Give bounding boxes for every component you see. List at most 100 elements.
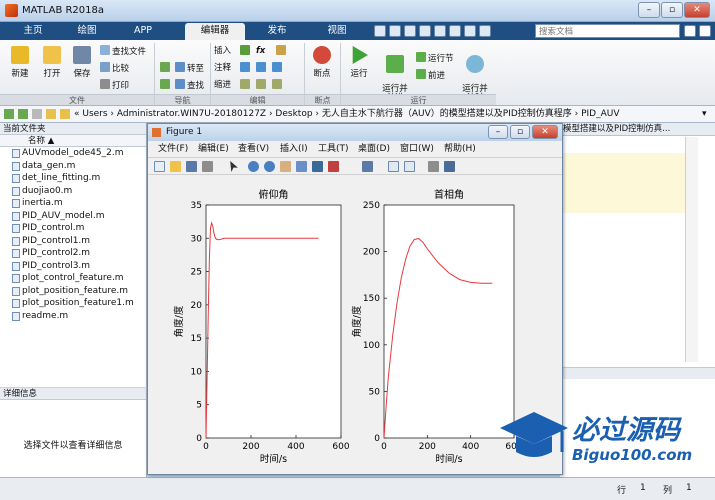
save-button[interactable]: 保存 — [68, 46, 96, 79]
pointer-icon[interactable] — [230, 161, 238, 172]
open-button[interactable]: 打开 — [38, 46, 66, 79]
zoom-out-icon[interactable] — [264, 161, 275, 172]
run-section-button[interactable]: 运行节 — [416, 52, 454, 64]
menu-tools[interactable]: 工具(T) — [318, 142, 349, 156]
browse-folder-icon[interactable] — [46, 109, 56, 119]
decrease-indent-button[interactable] — [272, 79, 284, 91]
navigate-forward-button[interactable] — [160, 79, 172, 91]
figure-close-button[interactable]: ✕ — [532, 125, 558, 139]
file-list-item[interactable]: plot_position_feature1.m — [0, 297, 146, 310]
file-list-item[interactable]: PID_AUV_model.m — [0, 210, 146, 223]
search-icon[interactable] — [684, 25, 696, 37]
hide-plot-tools-icon[interactable] — [428, 161, 439, 172]
file-list-item[interactable]: inertia.m — [0, 197, 146, 210]
back-arrow-icon[interactable] — [4, 109, 14, 119]
switch-windows-icon[interactable] — [464, 25, 476, 37]
address-bar[interactable]: « Users › Administrator.WIN7U-20180127Z … — [0, 106, 715, 123]
insert-more-button[interactable] — [276, 45, 288, 57]
zoom-in-icon[interactable] — [248, 161, 259, 172]
file-list-item[interactable]: readme.m — [0, 310, 146, 323]
tab-view[interactable]: 视图 — [312, 23, 362, 40]
redo-icon[interactable] — [449, 25, 461, 37]
new-button[interactable]: 新建 — [6, 46, 34, 79]
figure-minimize-button[interactable]: – — [488, 125, 508, 139]
wrap-comment-button[interactable] — [272, 62, 284, 74]
tab-publish[interactable]: 发布 — [252, 23, 302, 40]
show-plot-tools-icon[interactable] — [444, 161, 455, 172]
indent-button[interactable]: 缩进 — [214, 79, 231, 91]
help-icon[interactable] — [479, 25, 491, 37]
find-button[interactable]: 查找 — [175, 79, 204, 91]
advance-button[interactable]: 前进 — [416, 69, 445, 81]
details-title: 详细信息 — [0, 388, 146, 400]
menu-insert[interactable]: 插入(I) — [280, 142, 308, 156]
insert-section-button[interactable] — [240, 45, 252, 57]
figure-title-bar[interactable]: Figure 1 – ▫ ✕ — [148, 124, 562, 141]
file-list-item[interactable]: PID_control3.m — [0, 260, 146, 273]
tab-editor[interactable]: 编辑器 — [185, 23, 245, 40]
print-button[interactable]: 打印 — [100, 79, 129, 91]
editor-tab[interactable]: 模型搭建以及PID控制仿真... — [560, 123, 715, 136]
menu-desktop[interactable]: 桌面(D) — [358, 142, 390, 156]
link-plot-icon[interactable] — [362, 161, 373, 172]
search-documentation-input[interactable] — [535, 24, 680, 38]
print-figure-icon[interactable] — [202, 161, 213, 172]
current-path[interactable]: « Users › Administrator.WIN7U-20180127Z … — [74, 106, 620, 122]
pan-hand-icon[interactable] — [280, 161, 291, 172]
save-figure-icon[interactable] — [186, 161, 197, 172]
increase-indent-button[interactable] — [256, 79, 268, 91]
close-button[interactable]: ✕ — [684, 2, 710, 18]
new-figure-icon[interactable] — [154, 161, 165, 172]
file-list-item[interactable]: PID_control.m — [0, 222, 146, 235]
smart-indent-button[interactable] — [240, 79, 252, 91]
file-list-item[interactable]: PID_control2.m — [0, 247, 146, 260]
quick-save-icon[interactable] — [374, 25, 386, 37]
data-cursor-icon[interactable] — [312, 161, 323, 172]
insert-button[interactable]: 插入 — [214, 45, 231, 57]
menu-edit[interactable]: 编辑(E) — [198, 142, 229, 156]
file-list-item[interactable]: data_gen.m — [0, 160, 146, 173]
menu-file[interactable]: 文件(F) — [158, 142, 188, 156]
open-file-icon[interactable] — [170, 161, 181, 172]
compare-button[interactable]: 比较 — [100, 62, 129, 74]
file-list-item[interactable]: plot_control_feature.m — [0, 272, 146, 285]
uncomment-button[interactable] — [256, 62, 268, 74]
run-button[interactable]: 运行 — [344, 46, 374, 79]
maximize-button[interactable]: ▫ — [661, 2, 683, 18]
tab-home[interactable]: 主页 — [8, 23, 58, 40]
forward-arrow-icon[interactable] — [18, 109, 28, 119]
ribbon-collapse-icon[interactable] — [699, 25, 711, 37]
quick-cut-icon[interactable] — [389, 25, 401, 37]
rotate-3d-icon[interactable] — [296, 161, 307, 172]
quick-paste-icon[interactable] — [419, 25, 431, 37]
fx-button[interactable]: fx — [256, 45, 265, 57]
find-files-button[interactable]: 查找文件 — [100, 45, 146, 57]
figure-maximize-button[interactable]: ▫ — [510, 125, 530, 139]
file-list-item[interactable]: duojiao0.m — [0, 185, 146, 198]
menu-window[interactable]: 窗口(W) — [400, 142, 434, 156]
comment-button[interactable]: 注释 — [214, 62, 231, 74]
file-list-item[interactable]: AUVmodel_ode45_2.m — [0, 147, 146, 160]
comment-add-button[interactable] — [240, 62, 252, 74]
minimize-button[interactable]: – — [638, 2, 660, 18]
file-list-item[interactable]: plot_position_feature.m — [0, 285, 146, 298]
up-folder-icon[interactable] — [32, 109, 42, 119]
file-list-item[interactable]: det_line_fitting.m — [0, 172, 146, 185]
breakpoints-button[interactable]: 断点 — [308, 46, 336, 79]
path-dropdown-icon[interactable]: ▾ — [702, 106, 707, 122]
legend-icon[interactable] — [404, 161, 415, 172]
quick-copy-icon[interactable] — [404, 25, 416, 37]
tab-plots[interactable]: 绘图 — [62, 23, 112, 40]
folder-icon — [60, 109, 70, 119]
menu-view[interactable]: 查看(V) — [238, 142, 269, 156]
goto-button[interactable]: 转至 — [175, 62, 204, 74]
colorbar-icon[interactable] — [388, 161, 399, 172]
brush-icon[interactable] — [328, 161, 339, 172]
tab-apps[interactable]: APP — [118, 23, 168, 40]
navigate-back-button[interactable] — [160, 62, 172, 74]
name-column-header[interactable]: 名称 ▲ — [0, 135, 146, 147]
file-list-item[interactable]: PID_control1.m — [0, 235, 146, 248]
undo-icon[interactable] — [434, 25, 446, 37]
menu-help[interactable]: 帮助(H) — [444, 142, 476, 156]
editor-scrollbar[interactable] — [685, 137, 698, 362]
